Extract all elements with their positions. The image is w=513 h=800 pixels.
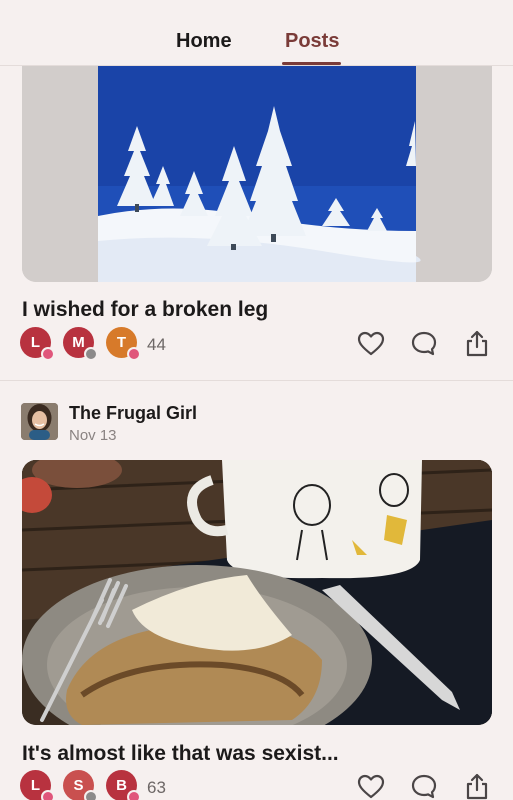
avatar: M — [63, 327, 98, 361]
avatar: S — [63, 770, 98, 800]
heart-badge-icon — [41, 347, 55, 361]
reaction-count[interactable]: 63 — [147, 778, 166, 798]
like-icon[interactable] — [356, 772, 386, 800]
top-tab-bar: Home Posts — [0, 0, 513, 66]
avatar: L — [20, 327, 55, 361]
share-icon[interactable] — [462, 772, 492, 800]
avatar-initial: L — [30, 777, 41, 794]
heart-badge-icon — [41, 790, 55, 800]
heart-badge-icon — [127, 790, 141, 800]
post-title[interactable]: It's almost like that was sexist... — [22, 742, 339, 766]
author-name[interactable]: The Frugal Girl — [69, 403, 197, 424]
active-tab-indicator — [282, 62, 341, 65]
crepe-and-snoopy-mug-photo — [22, 460, 492, 725]
avatar: T — [106, 327, 141, 361]
post-image[interactable] — [22, 66, 492, 282]
divider — [0, 380, 513, 381]
comment-icon[interactable] — [409, 772, 439, 800]
post-date: Nov 13 — [69, 427, 117, 444]
reaction-row: L S B 63 — [20, 770, 493, 800]
avatar-initial: T — [116, 334, 127, 351]
like-icon[interactable] — [356, 329, 386, 359]
reaction-row: L M T 44 — [20, 327, 493, 361]
avatar: L — [20, 770, 55, 800]
avatar-initial: B — [116, 777, 127, 794]
avatar-initial: L — [30, 334, 41, 351]
avatar-initial: S — [73, 777, 84, 794]
heart-badge-icon — [127, 347, 141, 361]
comment-icon[interactable] — [409, 329, 439, 359]
tab-home[interactable]: Home — [176, 30, 232, 53]
tab-posts[interactable]: Posts — [285, 30, 339, 53]
author-photo — [21, 403, 58, 440]
comment-badge-icon — [84, 347, 98, 361]
post-image[interactable] — [22, 460, 492, 725]
avatar-initial: M — [72, 334, 85, 351]
avatar: B — [106, 770, 141, 800]
snowy-trees-photo — [22, 66, 492, 282]
share-icon[interactable] — [462, 329, 492, 359]
author-avatar[interactable] — [21, 403, 58, 440]
reaction-count[interactable]: 44 — [147, 335, 166, 355]
post-title[interactable]: I wished for a broken leg — [22, 298, 268, 322]
comment-badge-icon — [84, 790, 98, 800]
